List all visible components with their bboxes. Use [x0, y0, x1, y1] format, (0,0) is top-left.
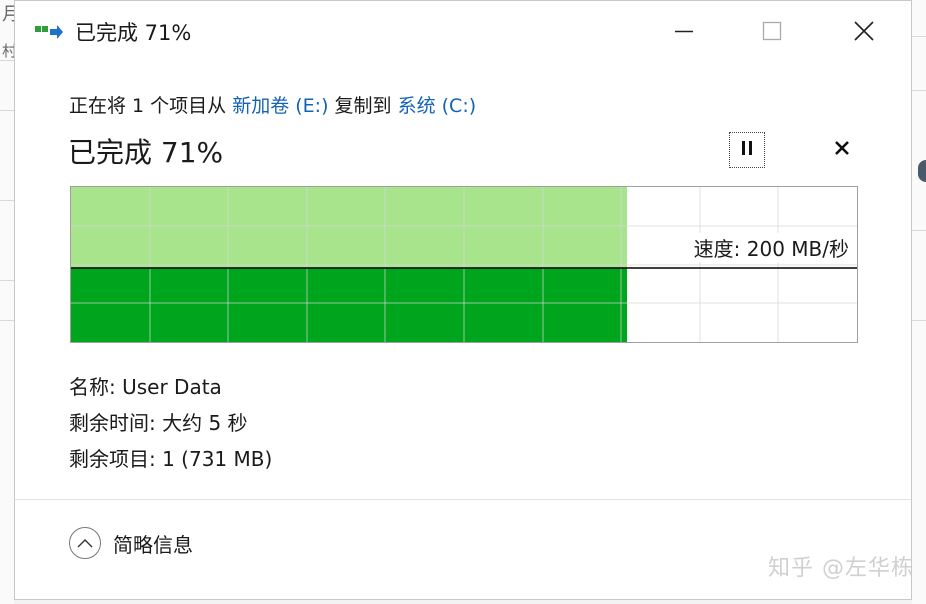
speed-label: 速度: 200 MB/秒: [691, 233, 849, 262]
destination-link[interactable]: 系统 (C:): [398, 95, 477, 117]
watermark: 知乎 @左华栋: [768, 556, 914, 581]
copy-progress-dialog: 已完成 71% 正在将 1 个项目从 新加卷 (E:) 复制到 系统 (C:) …: [14, 0, 912, 600]
maximize-button[interactable]: [749, 9, 795, 53]
progress-fill: [71, 268, 627, 342]
maximize-icon: [762, 21, 782, 41]
footer-divider: [15, 499, 911, 500]
fewer-details-toggle[interactable]: 简略信息: [69, 527, 193, 559]
window-title: 已完成 71%: [75, 21, 192, 45]
details-panel: 名称: User Data 剩余时间: 大约 5 秒 剩余项目: 1 (731 …: [69, 369, 272, 477]
progress-label: 已完成 71%: [68, 136, 224, 169]
fewer-details-label: 简略信息: [113, 532, 193, 557]
pause-button[interactable]: [729, 132, 765, 168]
operation-description: 正在将 1 个项目从 新加卷 (E:) 复制到 系统 (C:): [69, 91, 476, 118]
speed-graph-canvas: [71, 187, 857, 342]
title-bar: 已完成 71%: [15, 1, 911, 61]
item-name: 名称: User Data: [69, 375, 222, 399]
source-link[interactable]: 新加卷 (E:): [232, 95, 328, 117]
operation-middle: 复制到: [328, 95, 398, 117]
close-icon: [834, 140, 850, 160]
minimize-icon: [674, 21, 694, 41]
chevron-up-icon: [69, 527, 101, 559]
minimize-button[interactable]: [661, 9, 707, 53]
close-icon: [853, 20, 875, 42]
progress-fill-light: [71, 187, 627, 268]
speed-graph: 速度: 200 MB/秒: [70, 186, 858, 343]
operation-prefix: 正在将 1 个项目从: [69, 95, 233, 117]
background-window-right: [912, 0, 926, 604]
items-remaining: 剩余项目: 1 (731 MB): [69, 447, 273, 471]
time-remaining: 剩余时间: 大约 5 秒: [69, 411, 248, 435]
background-window-left: 月 村: [0, 0, 20, 604]
pause-icon: [740, 140, 754, 160]
file-copy-icon: [35, 23, 63, 41]
cancel-button[interactable]: [827, 135, 857, 165]
close-button[interactable]: [841, 9, 887, 53]
